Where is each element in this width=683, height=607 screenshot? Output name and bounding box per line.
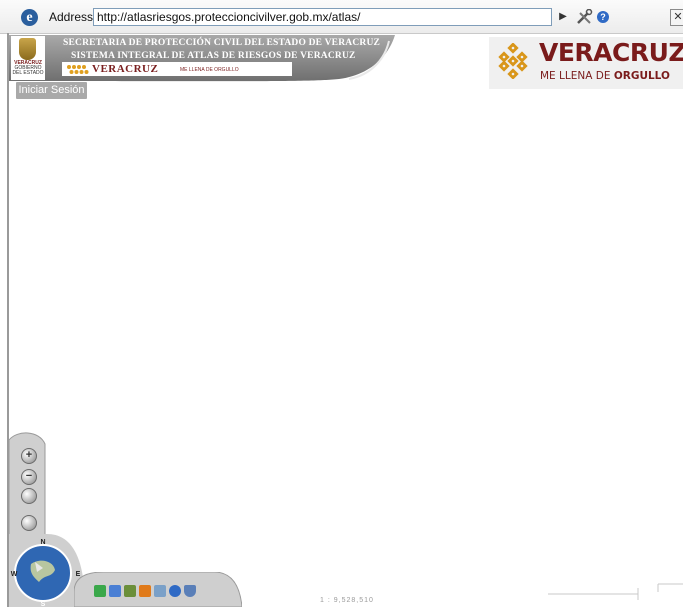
compass-north: N (40, 539, 45, 546)
play-arrow-icon[interactable]: ▶ (556, 10, 570, 24)
compass-west: W (11, 571, 18, 578)
banner-subtitle: SISTEMA INTEGRAL DE ATLAS DE RIESGOS DE … (71, 51, 356, 61)
legend-icon[interactable] (109, 585, 121, 597)
brand-title: VERACRUZ (539, 38, 683, 67)
mini-brand-logo-icon (67, 65, 89, 74)
state-seal-icon (19, 38, 36, 60)
bottom-toolbar (74, 572, 242, 607)
browser-address-bar: e Address: http://atlasriesgos.proteccio… (0, 0, 683, 34)
internet-explorer-icon[interactable]: e (21, 9, 38, 26)
state-seal-text: VERACRUZ GOBIERNO DEL ESTADO (12, 60, 44, 76)
map-nav-panel: + − (9, 430, 47, 540)
measure-icon[interactable] (154, 585, 166, 597)
zoom-out-button[interactable]: − (21, 469, 37, 485)
stack-icon[interactable] (124, 585, 136, 597)
full-extent-globe-icon[interactable] (21, 488, 37, 504)
info-icon[interactable] (169, 585, 181, 597)
zoom-in-button[interactable]: + (21, 448, 37, 464)
home-icon[interactable] (21, 515, 37, 531)
close-icon[interactable]: ✕ (670, 9, 683, 26)
layers-icon[interactable] (94, 585, 106, 597)
veracruz-knot-icon (498, 43, 528, 79)
tools-icon[interactable] (576, 9, 594, 25)
veracruz-brand-logo: VERACRUZ ME LLENA DE ORGULLO (489, 37, 683, 89)
scale-bar (548, 583, 683, 600)
help-icon[interactable]: ? (597, 11, 609, 23)
brand-subtitle: ME LLENA DE ORGULLO (540, 70, 670, 82)
shield-icon[interactable] (184, 585, 196, 597)
mini-brand-slogan: ME LLENA DE ORGULLO (180, 67, 239, 73)
compass-south: S (41, 601, 46, 607)
banner-title: SECRETARIA DE PROTECCIÓN CIVIL DEL ESTAD… (63, 38, 381, 48)
mini-brand-text: VERACRUZ (92, 63, 159, 75)
header-banner: VERACRUZ GOBIERNO DEL ESTADO SECRETARIA … (9, 35, 395, 82)
address-input[interactable]: http://atlasriesgos.proteccioncivilver.g… (93, 8, 552, 26)
scale-label: 1 : 9,528,510 (320, 597, 374, 604)
address-label: Address: (49, 10, 97, 24)
login-button[interactable]: Iniciar Sesión (16, 82, 87, 99)
rss-icon[interactable] (139, 585, 151, 597)
